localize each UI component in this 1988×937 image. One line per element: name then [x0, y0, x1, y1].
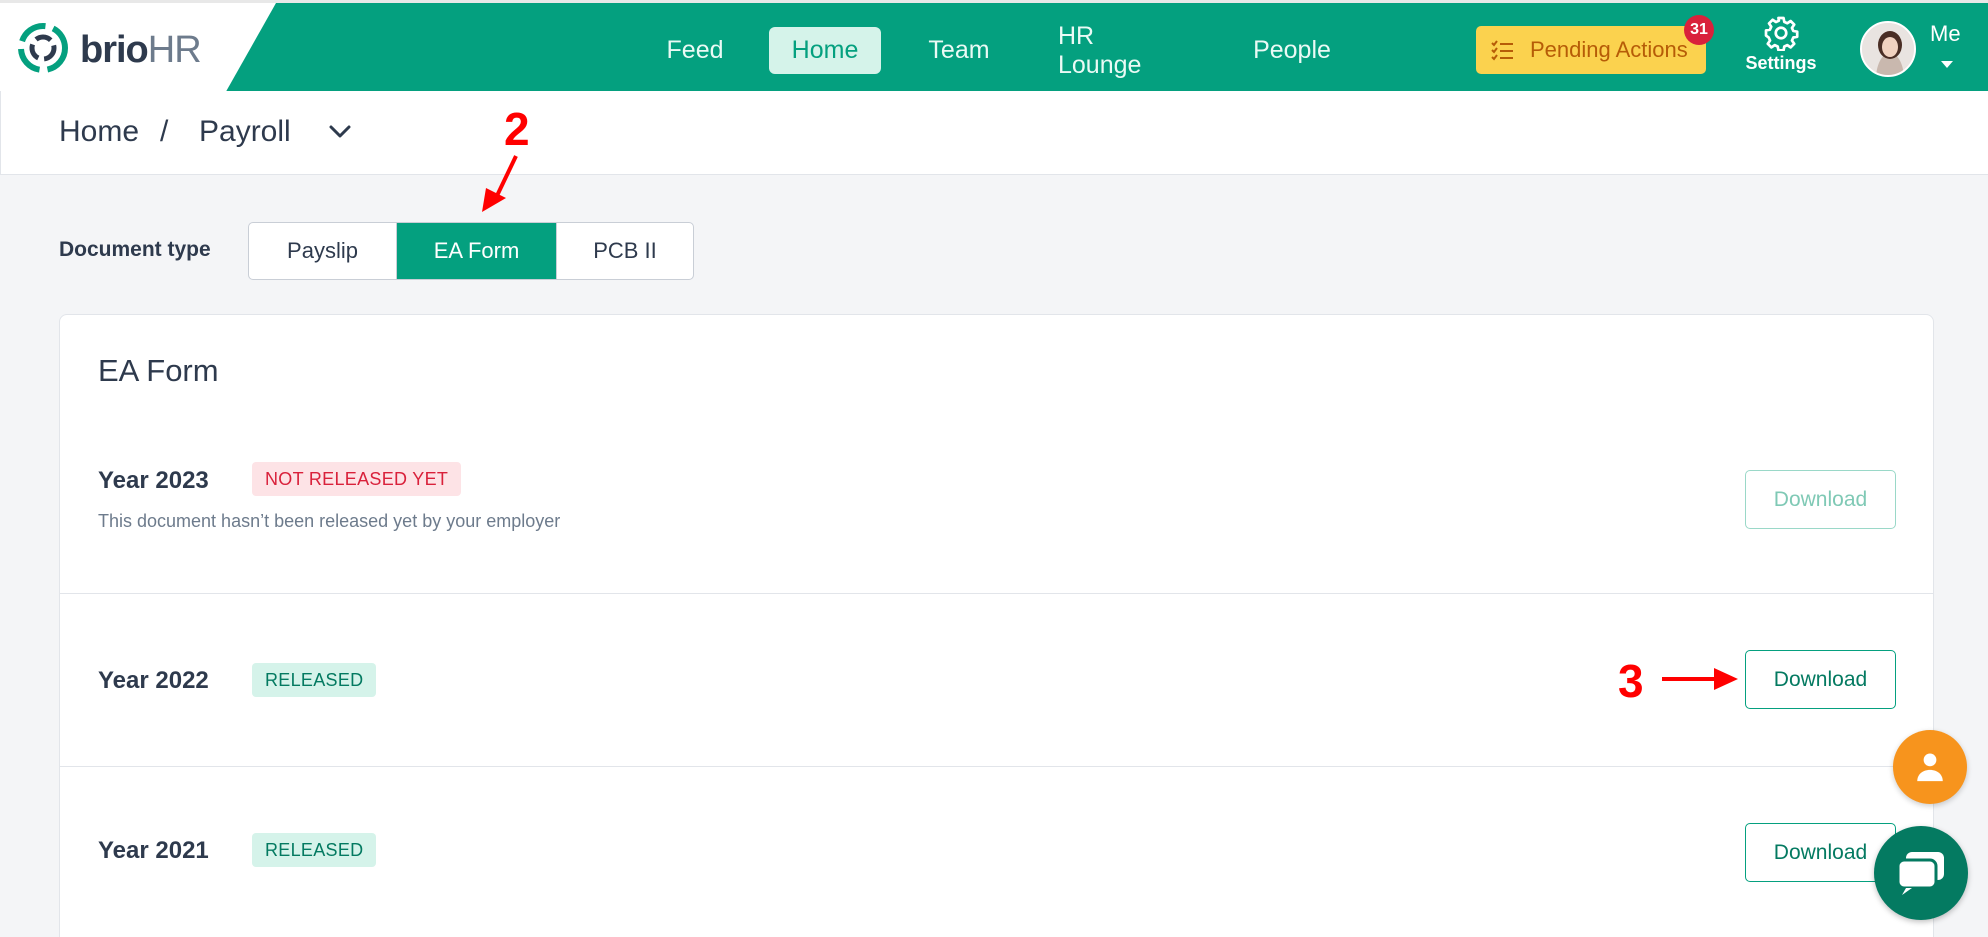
settings-label: Settings: [1745, 53, 1817, 73]
annotation-step-3: 3: [1618, 655, 1644, 707]
document-type-label: Document type: [59, 238, 211, 261]
document-row-2022: Year 2022 RELEASED Download: [60, 594, 1933, 767]
logo-text: brioHR: [80, 29, 202, 71]
settings-button[interactable]: Settings: [1740, 15, 1822, 79]
top-navigation-bar: brioHR Feed Home Team HR Lounge People P…: [0, 0, 1988, 91]
brio-logo-icon: [18, 23, 68, 73]
tab-ea-form[interactable]: EA Form: [397, 223, 557, 279]
nav-home[interactable]: Home: [769, 27, 881, 74]
status-badge-not-released: NOT RELEASED YET: [252, 462, 462, 496]
download-button-2023[interactable]: Download: [1745, 470, 1896, 529]
row-note: This document hasn’t been released yet b…: [98, 511, 561, 531]
checklist-icon: [1491, 40, 1513, 61]
annotation-step-2: 2: [504, 103, 530, 155]
status-badge-released: RELEASED: [252, 833, 377, 867]
breadcrumb-home[interactable]: Home: [59, 115, 139, 149]
row-year: Year 2022: [98, 667, 209, 694]
chat-bubble-icon: [1896, 852, 1944, 895]
breadcrumb: Home / Payroll: [0, 91, 1988, 175]
profile-help-button[interactable]: [1893, 730, 1967, 804]
nav-team[interactable]: Team: [904, 27, 1014, 74]
breadcrumb-separator: /: [160, 115, 169, 148]
pending-actions-label: Pending Actions: [1530, 37, 1688, 62]
status-badge-released: RELEASED: [252, 663, 377, 697]
gear-icon: [1764, 16, 1799, 51]
nav-hr-lounge[interactable]: HR Lounge: [1036, 22, 1206, 79]
person-icon: [1917, 753, 1943, 782]
tab-payslip[interactable]: Payslip: [249, 223, 397, 279]
pending-actions-button[interactable]: Pending Actions: [1476, 26, 1706, 74]
download-button-2022[interactable]: Download: [1745, 650, 1896, 709]
document-row-2023: Year 2023 NOT RELEASED YET This document…: [60, 315, 1933, 594]
nav-feed[interactable]: Feed: [645, 27, 745, 74]
chat-button[interactable]: [1874, 826, 1968, 920]
breadcrumb-current: Payroll: [199, 115, 291, 148]
me-menu-label[interactable]: Me: [1930, 21, 1961, 47]
chevron-down-icon[interactable]: [328, 122, 352, 142]
annotation-arrow-down-icon: [482, 155, 518, 212]
ea-form-card: EA Form Year 2023 NOT RELEASED YET This …: [59, 314, 1934, 937]
document-row-2021: Year 2021 RELEASED Download: [60, 767, 1933, 937]
caret-down-icon[interactable]: [1941, 61, 1953, 68]
document-type-selector: Payslip EA Form PCB II: [248, 222, 694, 280]
nav-people[interactable]: People: [1230, 27, 1354, 74]
avatar[interactable]: [1860, 21, 1916, 77]
pending-count-badge: 31: [1684, 15, 1714, 45]
user-photo-icon: [1862, 23, 1914, 75]
annotation-arrow-right-icon: [1662, 668, 1738, 690]
tab-pcb-ii[interactable]: PCB II: [557, 223, 693, 279]
row-year: Year 2021: [98, 837, 209, 864]
row-year: Year 2023: [98, 467, 209, 494]
logo[interactable]: brioHR: [0, 3, 276, 91]
